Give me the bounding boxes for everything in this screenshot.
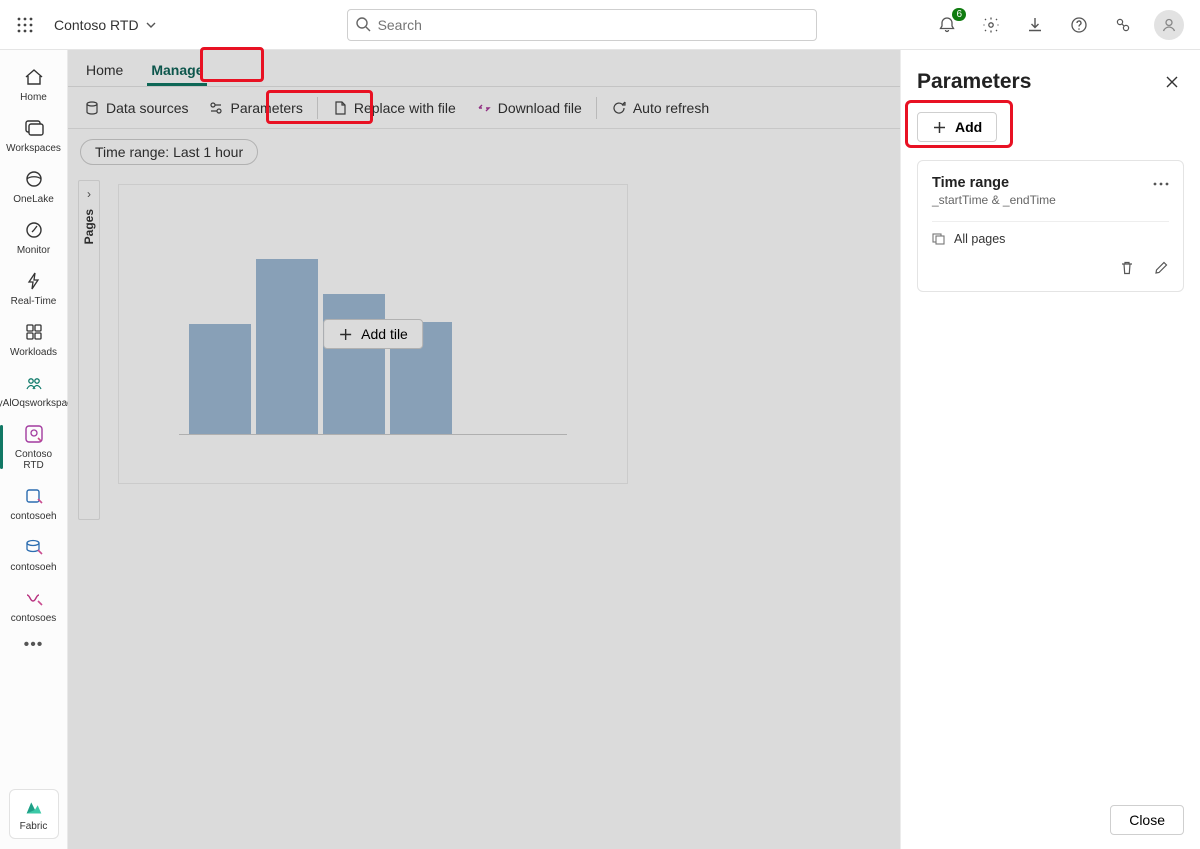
- bolt-icon: [23, 270, 45, 292]
- nav-label: contosoes: [11, 613, 57, 624]
- nav-label: Real-Time: [11, 296, 57, 307]
- close-icon: [1165, 75, 1179, 89]
- parameters-panel: Parameters Add Time range _startTime & _…: [900, 50, 1200, 849]
- chart-bar: [323, 294, 385, 434]
- dashboard-icon: [23, 423, 45, 445]
- workspace-dropdown[interactable]: Contoso RTD: [54, 17, 157, 33]
- plus-icon: [338, 327, 353, 342]
- panel-title: Parameters: [917, 70, 1031, 94]
- cmd-download-file[interactable]: Download file: [466, 94, 592, 122]
- cmd-data-sources[interactable]: Data sources: [74, 94, 198, 122]
- nav-more[interactable]: •••: [24, 636, 44, 654]
- home-icon: [23, 66, 45, 88]
- chart-bar: [189, 324, 251, 434]
- nav-label: Workloads: [10, 347, 57, 358]
- workspace-name: Contoso RTD: [54, 17, 139, 33]
- parameter-card: Time range _startTime & _endTime All pag…: [917, 160, 1184, 292]
- parameter-scope: All pages: [932, 232, 1169, 246]
- trash-icon: [1119, 260, 1135, 276]
- left-nav: Home Workspaces OneLake Monitor Real-Tim…: [0, 50, 68, 849]
- chevron-right-icon: ›: [87, 187, 91, 201]
- search-icon: [355, 16, 371, 37]
- pages-rail[interactable]: › Pages: [78, 180, 100, 520]
- nav-label: OneLake: [13, 194, 54, 205]
- parameters-icon: [208, 100, 224, 116]
- nav-workloads[interactable]: Workloads: [4, 315, 64, 364]
- pages-icon: [932, 233, 946, 245]
- delete-parameter-button[interactable]: [1119, 260, 1135, 281]
- dashboard-tile: Add tile: [118, 184, 628, 484]
- nav-monitor[interactable]: Monitor: [4, 213, 64, 262]
- panel-close-button[interactable]: [1160, 70, 1184, 94]
- cmd-parameters[interactable]: Parameters: [198, 94, 312, 122]
- separator: [596, 97, 597, 119]
- tab-manage[interactable]: Manage: [147, 56, 207, 86]
- workspace-icon: [23, 372, 45, 394]
- nav-onelake[interactable]: OneLake: [4, 162, 64, 211]
- parameter-name: Time range: [932, 175, 1169, 191]
- cmd-replace-file[interactable]: Replace with file: [322, 94, 466, 122]
- download-icon[interactable]: [1022, 12, 1048, 38]
- nav-contoso-rtd[interactable]: Contoso RTD: [4, 417, 64, 477]
- cmd-auto-refresh[interactable]: Auto refresh: [601, 94, 719, 122]
- user-avatar[interactable]: [1154, 10, 1184, 40]
- nav-contosoes[interactable]: contosoes: [4, 581, 64, 630]
- eventhouse-icon: [23, 485, 45, 507]
- workspaces-icon: [23, 117, 45, 139]
- card-more-button[interactable]: [1153, 173, 1169, 191]
- divider: [932, 221, 1169, 222]
- notifications-icon[interactable]: 6: [934, 12, 960, 38]
- edit-parameter-button[interactable]: [1153, 260, 1169, 281]
- notification-badge: 6: [952, 8, 966, 21]
- onelake-icon: [23, 168, 45, 190]
- top-right: 6: [934, 10, 1190, 40]
- add-tile-button[interactable]: Add tile: [323, 319, 423, 349]
- fabric-label: Fabric: [20, 821, 48, 832]
- database-icon: [84, 100, 100, 116]
- nav-contosoeh-1[interactable]: contosoeh: [4, 479, 64, 528]
- time-range-pill[interactable]: Time range: Last 1 hour: [80, 139, 258, 165]
- monitor-icon: [23, 219, 45, 241]
- help-icon[interactable]: [1066, 12, 1092, 38]
- chart-bar: [256, 259, 318, 434]
- nav-workspaces[interactable]: Workspaces: [4, 111, 64, 160]
- nav-label: Monitor: [17, 245, 50, 256]
- separator: [317, 97, 318, 119]
- edit-icon: [1153, 260, 1169, 276]
- refresh-icon: [611, 100, 627, 116]
- fabric-icon: [23, 797, 45, 819]
- kqldb-icon: [23, 536, 45, 558]
- tab-home[interactable]: Home: [82, 56, 127, 86]
- fabric-tile[interactable]: Fabric: [9, 789, 59, 839]
- pages-label: Pages: [82, 209, 96, 244]
- workloads-icon: [23, 321, 45, 343]
- nav-myworkspace[interactable]: myAlOqsworkspace: [4, 366, 64, 415]
- search-wrap: [347, 9, 817, 41]
- feedback-icon[interactable]: [1110, 12, 1136, 38]
- app-launcher-icon[interactable]: [10, 10, 40, 40]
- eventstream-icon: [23, 587, 45, 609]
- nav-label: contosoeh: [10, 511, 56, 522]
- download-file-icon: [476, 100, 492, 116]
- search-input[interactable]: [347, 9, 817, 41]
- more-icon: [1153, 182, 1169, 186]
- nav-home[interactable]: Home: [4, 60, 64, 109]
- parameter-variables: _startTime & _endTime: [932, 193, 1169, 207]
- panel-close-footer-button[interactable]: Close: [1110, 805, 1184, 835]
- chevron-down-icon: [145, 19, 157, 31]
- top-bar: Contoso RTD 6: [0, 0, 1200, 50]
- nav-contosoeh-2[interactable]: contosoeh: [4, 530, 64, 579]
- file-icon: [332, 100, 348, 116]
- nav-label: Workspaces: [6, 143, 61, 154]
- plus-icon: [932, 120, 947, 135]
- nav-label: Home: [20, 92, 47, 103]
- settings-icon[interactable]: [978, 12, 1004, 38]
- nav-label: myAlOqsworkspace: [0, 398, 78, 409]
- nav-realtime[interactable]: Real-Time: [4, 264, 64, 313]
- nav-label: Contoso RTD: [4, 449, 64, 471]
- nav-label: contosoeh: [10, 562, 56, 573]
- add-parameter-button[interactable]: Add: [917, 112, 997, 142]
